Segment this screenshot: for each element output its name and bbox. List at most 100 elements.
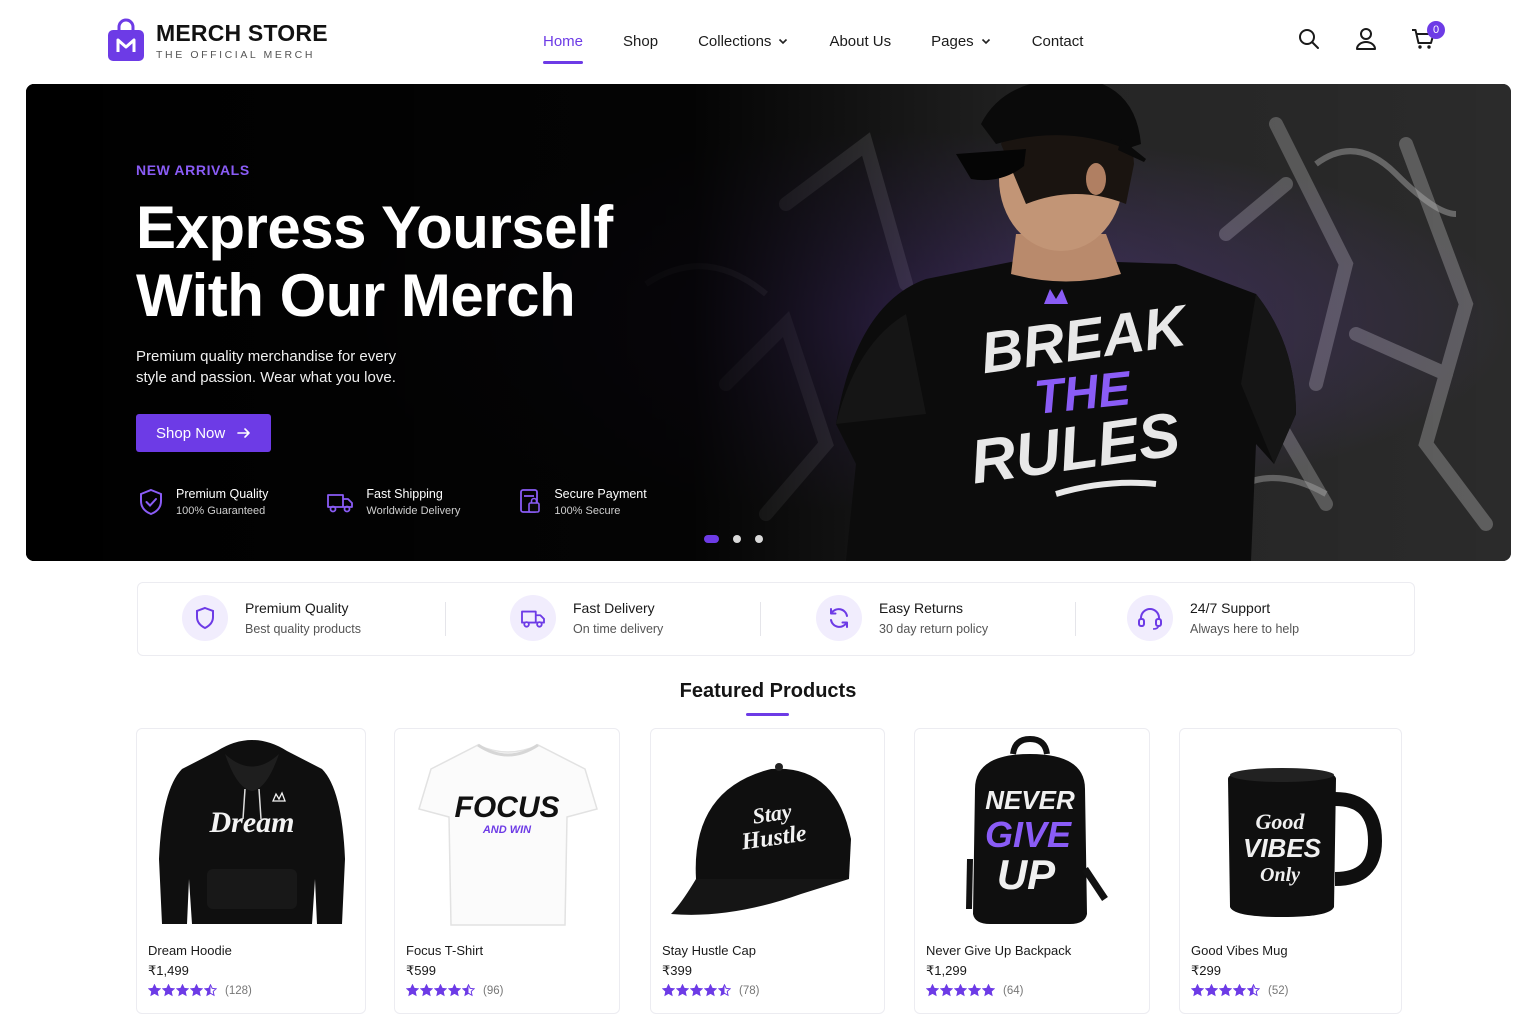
product-price: ₹299 [1191, 963, 1221, 978]
star-rating [662, 984, 732, 997]
nav-contact-label: Contact [1031, 32, 1084, 50]
product-price: ₹599 [406, 963, 436, 978]
main-nav: Home Shop Collections About Us Pages Con… [543, 30, 1123, 64]
star-full-icon [420, 984, 433, 997]
star-full-icon [662, 984, 675, 997]
hoodie-image: Dream [159, 740, 345, 924]
nav-home[interactable]: Home [543, 30, 584, 64]
hero-feature-title: Premium Quality [176, 487, 269, 501]
nav-about-label: About Us [829, 32, 892, 50]
divider [760, 602, 761, 636]
review-count: (64) [1003, 984, 1024, 997]
product-rating: (52) [1191, 984, 1288, 997]
tshirt-print-text: FOCUS [455, 791, 560, 824]
featured-title: Featured Products [679, 680, 857, 702]
shopping-bag-logo-icon [107, 18, 145, 62]
star-half-icon [204, 984, 217, 997]
brand-title: MERCH STORE [156, 19, 328, 46]
star-half-icon [462, 984, 475, 997]
carousel-dot-2[interactable] [733, 535, 741, 543]
hero-features: Premium Quality 100% Guaranteed Fast Shi… [138, 487, 705, 517]
search-icon[interactable] [1296, 26, 1322, 52]
arrow-right-icon [237, 428, 251, 438]
star-full-icon [982, 984, 995, 997]
carousel-dot-3[interactable] [755, 535, 763, 543]
nav-shop[interactable]: Shop [623, 30, 658, 52]
star-full-icon [148, 984, 161, 997]
strip-title: 24/7 Support [1190, 600, 1271, 616]
star-full-icon [954, 984, 967, 997]
product-card[interactable]: FOCUS AND WIN Focus T-Shirt ₹599 (96) [394, 728, 620, 1014]
star-full-icon [162, 984, 175, 997]
tshirt-print-subtext: AND WIN [482, 824, 532, 836]
star-full-icon [1233, 984, 1246, 997]
star-rating [406, 984, 476, 997]
star-rating [148, 984, 218, 997]
product-name: Never Give Up Backpack [926, 943, 1072, 958]
strip-title: Fast Delivery [573, 600, 655, 616]
star-rating [926, 984, 996, 997]
carousel-dot-1[interactable] [704, 535, 719, 543]
brand-subtitle: THE OFFICIAL MERCH [156, 48, 315, 61]
product-card[interactable]: Stay Hustle Stay Hustle Cap ₹399 (78) [650, 728, 885, 1014]
hero-feature-quality: Premium Quality 100% Guaranteed [138, 487, 268, 517]
hero-title: Express Yourself With Our Merch [136, 194, 696, 330]
backpack-print-subtext: GIVE [985, 814, 1072, 855]
mug-print-subtext2: Only [1260, 864, 1300, 886]
tshirt-image: FOCUS AND WIN [418, 743, 598, 926]
product-name: Good Vibes Mug [1191, 943, 1288, 958]
product-card[interactable]: Dream Dream Hoodie ₹1,499 (128) [136, 728, 366, 1014]
mug-image: Good VIBES Only [1228, 768, 1383, 917]
strip-sub: 30 day return policy [879, 622, 989, 636]
truck-icon [327, 494, 354, 513]
star-full-icon [940, 984, 953, 997]
brand-logo[interactable]: MERCH STORE THE OFFICIAL MERCH [107, 18, 328, 62]
nav-about[interactable]: About Us [829, 30, 891, 52]
nav-collections[interactable]: Collections [698, 30, 789, 52]
product-rating: (96) [406, 984, 503, 997]
hero-feature-payment: Secure Payment 100% Secure [518, 487, 647, 517]
review-count: (78) [739, 984, 760, 997]
mug-print-text: Good [1256, 809, 1306, 834]
hero-content: NEW ARRIVALS Express Yourself With Our M… [136, 162, 696, 452]
backpack-image: NEVER GIVE UP [966, 735, 1108, 924]
hero-feature-sub: Worldwide Delivery [366, 505, 461, 517]
user-icon[interactable] [1353, 26, 1379, 52]
star-half-icon [718, 984, 731, 997]
product-card[interactable]: NEVER GIVE UP Never Give Up Backpack ₹1,… [914, 728, 1150, 1014]
product-rating: (78) [662, 984, 759, 997]
strip-item-quality: Premium Quality Best quality products [182, 595, 361, 641]
product-rating: (128) [148, 984, 252, 997]
feature-strip: Premium Quality Best quality products Fa… [137, 582, 1415, 656]
cart-icon[interactable]: 0 [1410, 21, 1445, 52]
nav-contact[interactable]: Contact [1032, 30, 1084, 52]
product-card[interactable]: Good VIBES Only Good Vibes Mug ₹299 (52) [1179, 728, 1402, 1014]
hero-feature-sub: 100% Secure [554, 505, 621, 517]
product-name: Dream Hoodie [148, 943, 232, 958]
shield-check-icon [140, 488, 162, 516]
strip-title: Premium Quality [245, 600, 349, 616]
nav-collections-label: Collections [698, 32, 772, 50]
star-full-icon [968, 984, 981, 997]
cart-count-badge: 0 [1427, 21, 1445, 39]
header-actions: 0 [1296, 21, 1445, 52]
shop-now-button[interactable]: Shop Now [136, 414, 272, 452]
star-rating [1191, 984, 1261, 997]
headset-icon [1127, 595, 1173, 641]
truck-icon [510, 595, 556, 641]
star-full-icon [406, 984, 419, 997]
product-name: Stay Hustle Cap [662, 943, 756, 958]
review-count: (128) [225, 984, 252, 997]
hero-eyebrow: NEW ARRIVALS [136, 162, 250, 178]
strip-item-returns: Easy Returns 30 day return policy [816, 595, 988, 641]
site-header: MERCH STORE THE OFFICIAL MERCH Home Shop… [0, 0, 1536, 82]
star-full-icon [190, 984, 203, 997]
nav-pages[interactable]: Pages [931, 30, 992, 52]
hero-banner: BREAK THE RULES NEW ARRIVALS Express You… [26, 84, 1511, 561]
star-full-icon [704, 984, 717, 997]
hoodie-print-text: Dream [209, 806, 295, 839]
hero-description: Premium quality merchandise for every st… [136, 348, 397, 386]
chevron-down-icon [779, 38, 788, 45]
strip-sub: Always here to help [1190, 622, 1300, 636]
hero-feature-sub: 100% Guaranteed [176, 505, 266, 517]
